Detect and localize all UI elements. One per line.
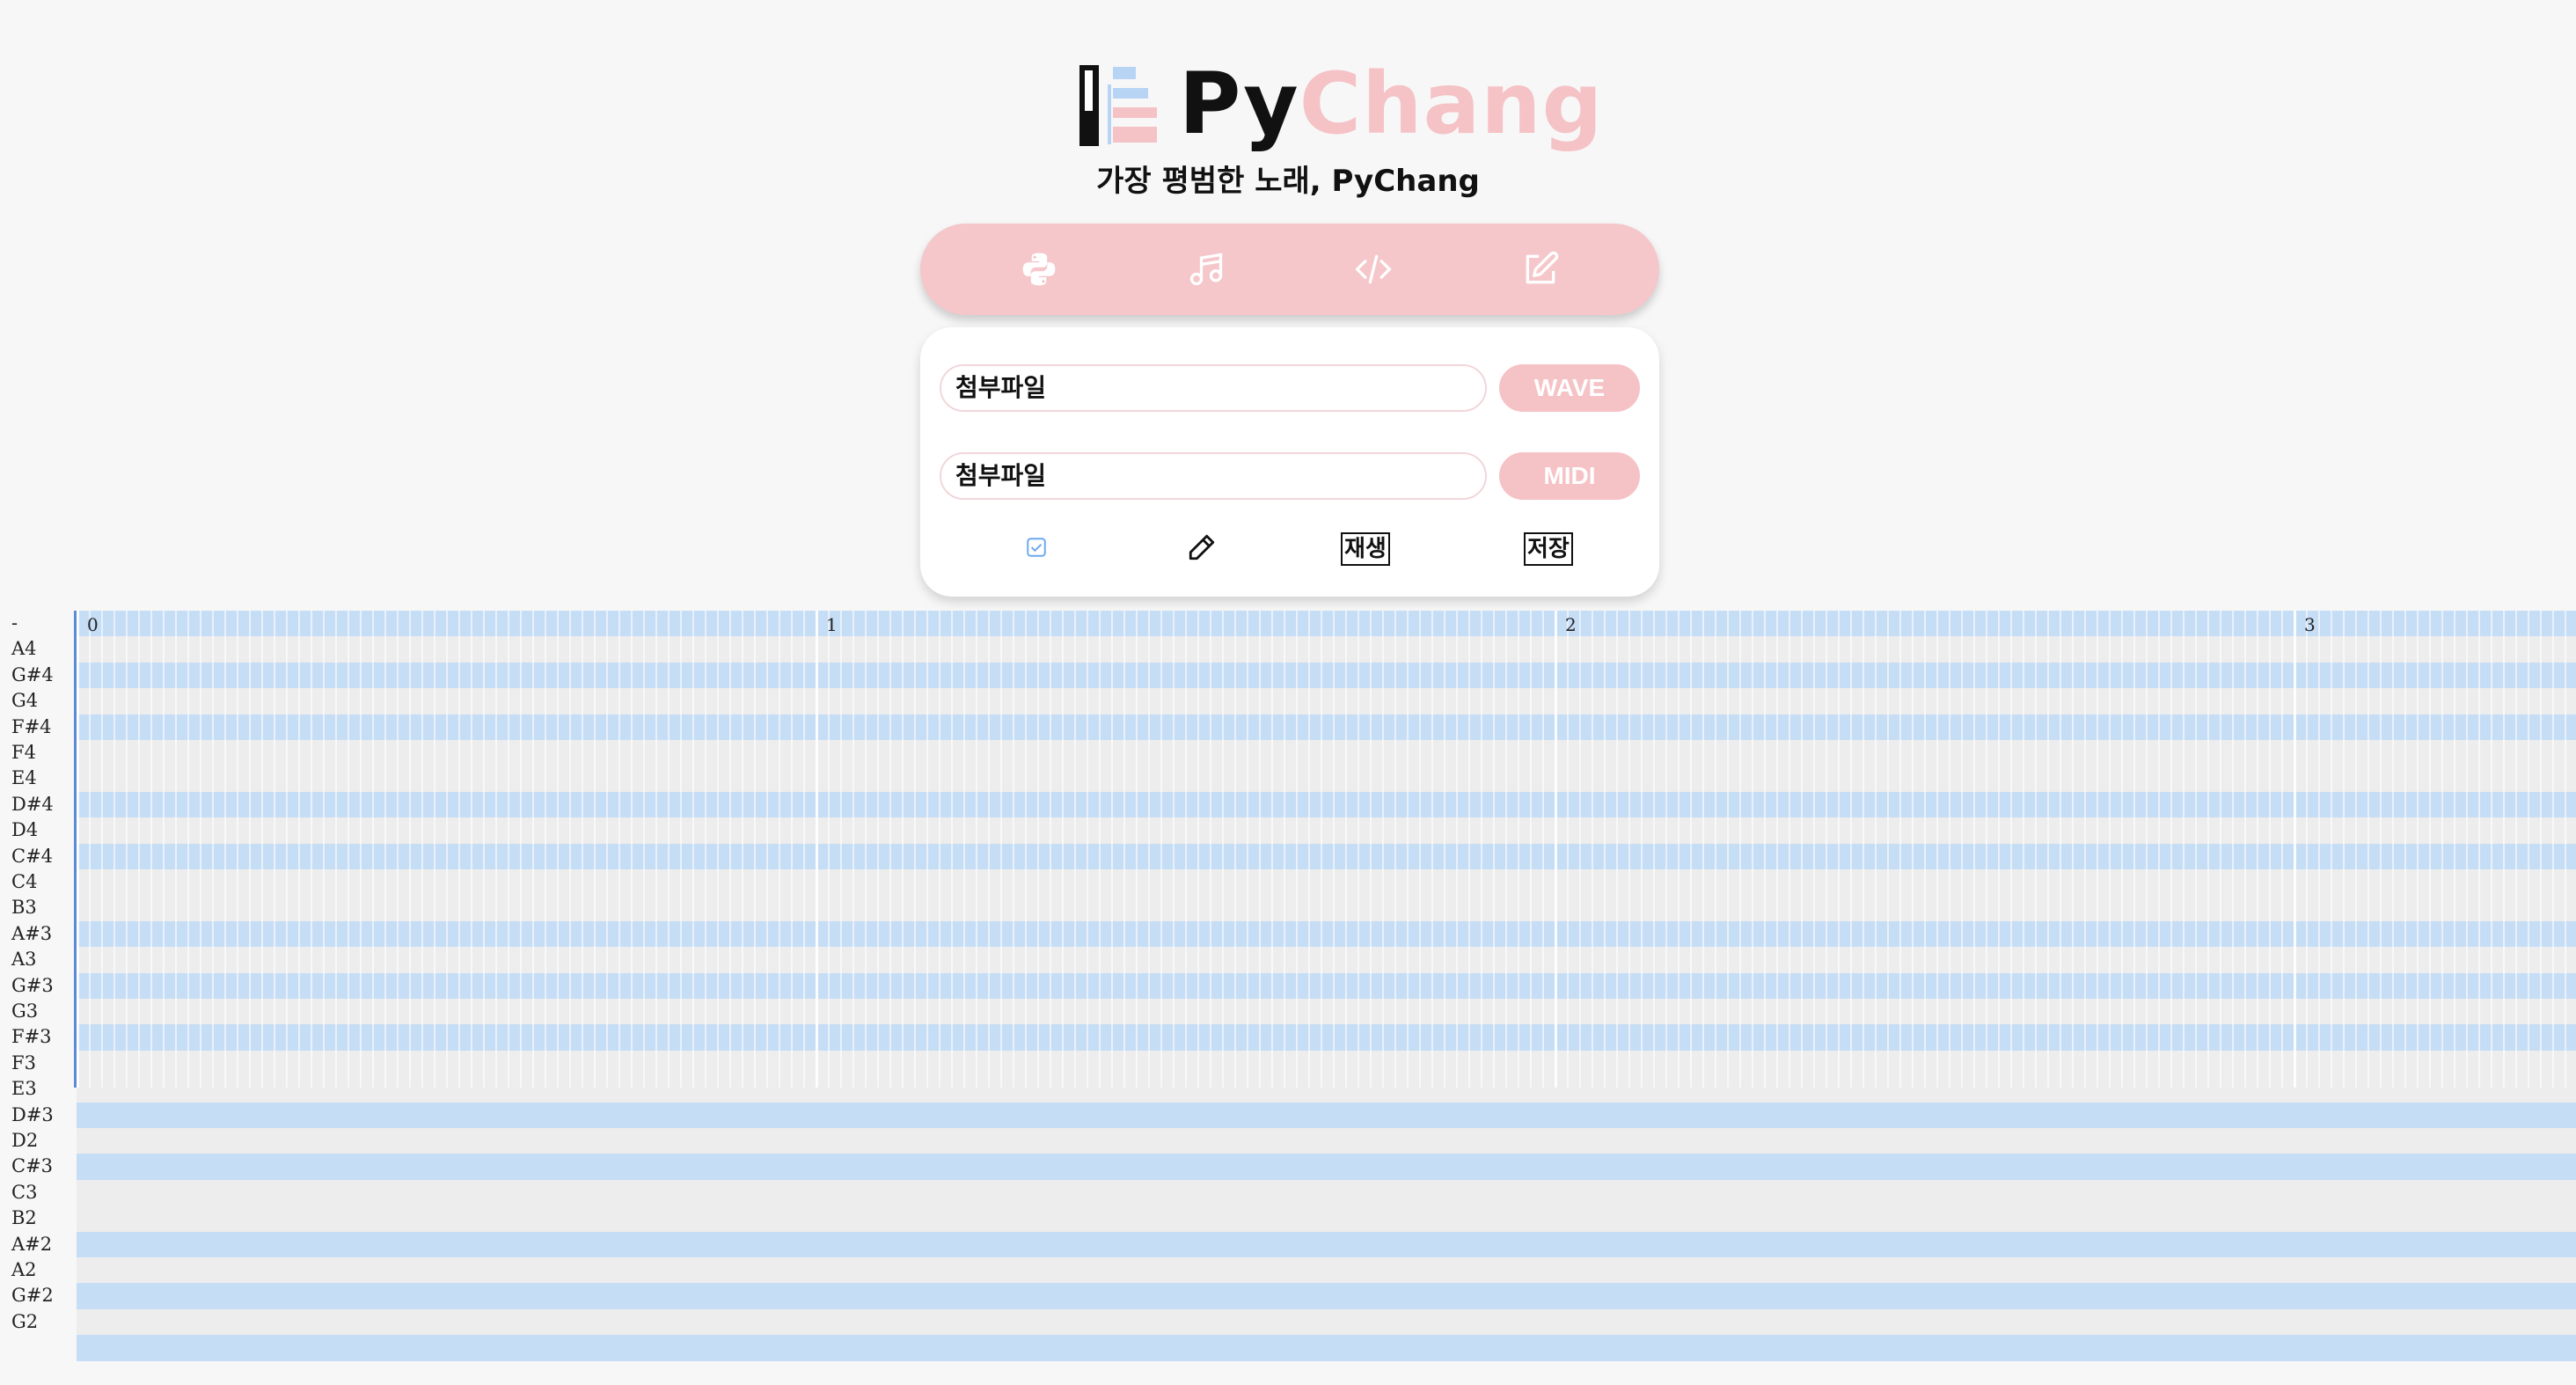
note-label: C4 (11, 871, 38, 892)
note-label: A#3 (11, 922, 53, 944)
note-label: G#3 (11, 974, 54, 996)
logo-py: Py (1179, 55, 1299, 153)
main-nav (920, 224, 1659, 315)
logo-chang: Chang (1299, 55, 1604, 153)
note-grid[interactable]: 0 1 2 3 (74, 611, 2576, 1361)
grid-row[interactable] (77, 740, 2576, 766)
grid-row[interactable] (77, 1205, 2576, 1232)
note-label: F#4 (11, 715, 52, 737)
wave-file-input[interactable]: 첨부파일 (940, 364, 1487, 412)
note-label: E3 (11, 1078, 37, 1100)
note-label: G4 (11, 690, 39, 712)
midi-file-input[interactable]: 첨부파일 (940, 452, 1487, 500)
note-label: C#3 (11, 1155, 54, 1177)
grid-row[interactable] (77, 843, 2576, 869)
measure-line (77, 611, 79, 1088)
note-label: G#2 (11, 1285, 54, 1307)
grid-row[interactable] (77, 1024, 2576, 1051)
grid-row[interactable] (77, 636, 2576, 663)
note-labels: - A4 G#4 G4 F#4 F4 E4 D#4 D4 C#4 C4 B3 A#3 A3 G#3 G3 F#3… (0, 607, 74, 1364)
grid-row[interactable] (77, 999, 2576, 1025)
tool-row: 재생 저장 (920, 523, 1659, 572)
app-logo: PyChang (1078, 55, 1602, 164)
measure-number: 0 (87, 614, 99, 635)
grid-row[interactable] (77, 1257, 2576, 1284)
measure-line (1555, 611, 1557, 1088)
note-label: F4 (11, 742, 36, 763)
note-label: C#4 (11, 845, 54, 867)
code-icon (1355, 254, 1392, 284)
note-label: A4 (11, 638, 37, 660)
note-label: - (11, 612, 18, 634)
grid-row[interactable] (77, 688, 2576, 714)
grid-row[interactable] (77, 1050, 2576, 1077)
note-label: F#3 (11, 1026, 52, 1048)
music-note-icon (1189, 253, 1223, 286)
grid-row[interactable] (77, 611, 2576, 637)
measure-number: 3 (2304, 614, 2316, 635)
checkbox-icon (1027, 538, 1046, 557)
grid-row[interactable] (77, 920, 2576, 948)
note-label: A#2 (11, 1233, 53, 1255)
grid-row[interactable] (77, 662, 2576, 689)
logo-icon (1079, 65, 1157, 146)
grid-row[interactable] (77, 1335, 2576, 1361)
grid-row[interactable] (77, 766, 2576, 792)
pencil-icon (1189, 534, 1215, 561)
note-label: A2 (11, 1259, 37, 1280)
note-label: E4 (11, 767, 37, 789)
piano-roll: - A4 G#4 G4 F#4 F4 E4 D#4 D4 C#4 C4 B3 A#3 A3 G#3 G3 F#3… (0, 607, 2576, 1364)
grid-row[interactable] (77, 1128, 2576, 1154)
note-label: G#4 (11, 663, 54, 685)
edit-icon (1526, 251, 1559, 284)
note-label: A3 (11, 949, 37, 971)
note-label: D#3 (11, 1103, 54, 1125)
note-label: G2 (11, 1310, 39, 1332)
upload-panel: 첨부파일 WAVE 첨부파일 MIDI 재생 저장 (920, 327, 1659, 597)
note-label: D#4 (11, 793, 54, 815)
note-label: D4 (11, 819, 39, 841)
note-label: D2 (11, 1130, 39, 1151)
wave-button[interactable]: WAVE (1499, 364, 1640, 412)
midi-button[interactable]: MIDI (1499, 452, 1640, 500)
python-icon (1022, 253, 1056, 286)
logo-text: PyChang (1179, 51, 1603, 157)
grid-row[interactable] (77, 869, 2576, 896)
note-label: B3 (11, 897, 37, 919)
grid-row[interactable] (77, 1231, 2576, 1257)
grid-row[interactable] (77, 1308, 2576, 1336)
grid-row[interactable] (77, 895, 2576, 921)
measure-number: 1 (826, 614, 838, 635)
play-button[interactable]: 재생 (1341, 532, 1390, 566)
save-button[interactable]: 저장 (1524, 532, 1573, 566)
measure-line (2294, 611, 2296, 1088)
grid-row[interactable] (77, 817, 2576, 844)
nav-code-button[interactable] (1338, 234, 1409, 304)
grid-row[interactable] (77, 947, 2576, 973)
measure-number: 2 (1565, 614, 1577, 635)
nav-music-button[interactable] (1171, 234, 1241, 304)
grid-row[interactable] (77, 1179, 2576, 1206)
note-label: B2 (11, 1207, 37, 1229)
select-tool-button[interactable] (1010, 523, 1063, 572)
pencil-tool-button[interactable] (1175, 523, 1228, 572)
nav-edit-button[interactable] (1505, 234, 1576, 304)
grid-row[interactable] (77, 972, 2576, 999)
grid-row[interactable] (77, 1102, 2576, 1128)
note-label: F3 (11, 1052, 36, 1074)
grid-row[interactable] (77, 1283, 2576, 1309)
measure-line (816, 611, 818, 1088)
grid-row[interactable] (77, 791, 2576, 818)
note-label: C3 (11, 1181, 38, 1203)
grid-row[interactable] (77, 714, 2576, 740)
grid-row[interactable] (77, 1076, 2576, 1103)
note-label: G3 (11, 1000, 39, 1022)
page-subtitle: 가장 평범한 노래, PyChang (1096, 164, 1480, 199)
grid-row[interactable] (77, 1154, 2576, 1180)
nav-python-button[interactable] (1004, 234, 1074, 304)
